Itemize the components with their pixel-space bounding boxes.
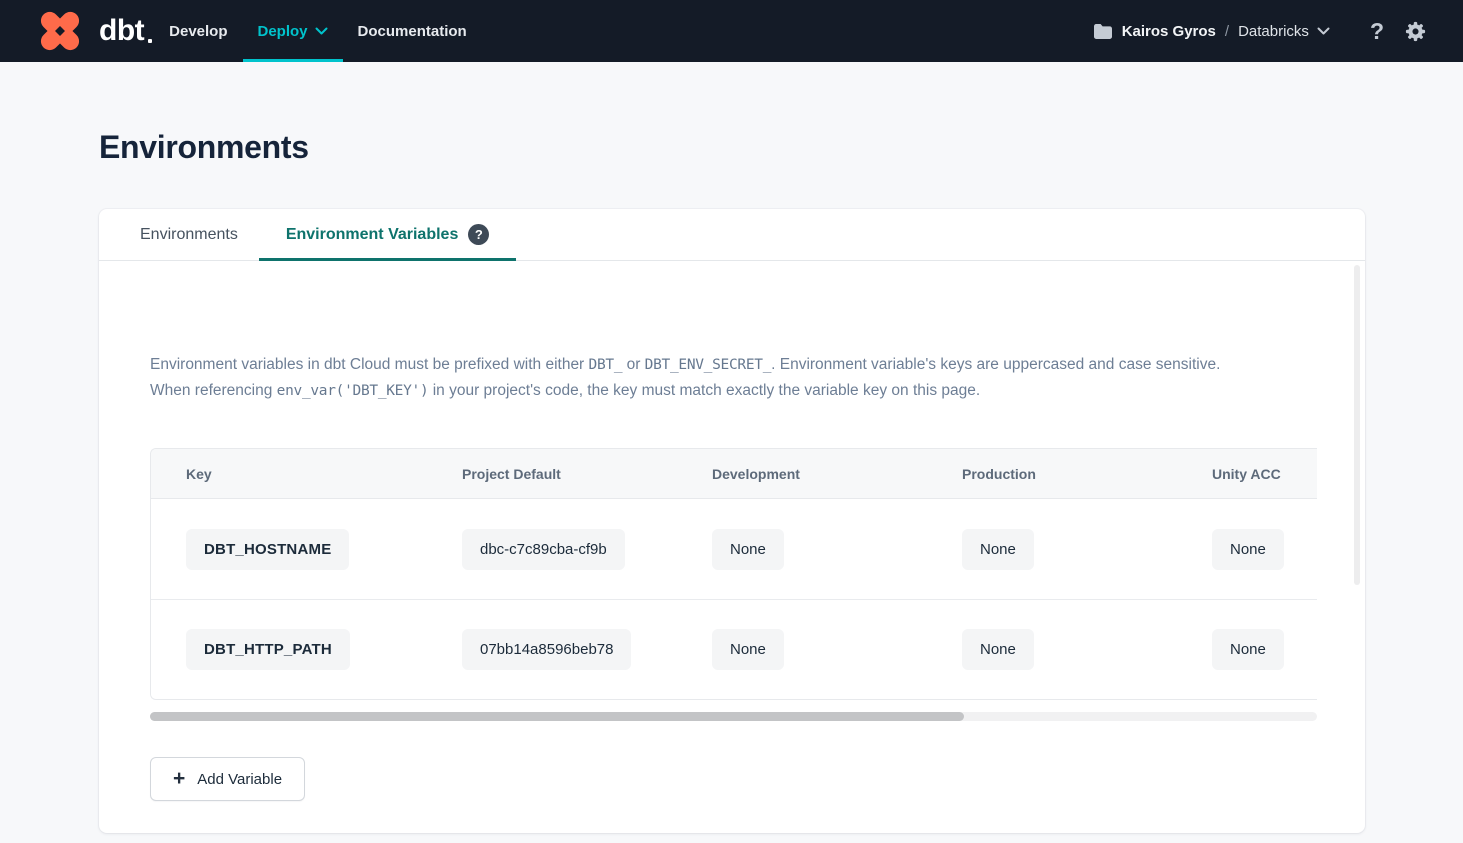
tab-environment-variables[interactable]: Environment Variables ? xyxy=(259,209,517,260)
nav-deploy[interactable]: Deploy xyxy=(243,0,343,62)
table-row: DBT_HOSTNAME dbc-c7c89cba-cf9b None None… xyxy=(151,499,1317,599)
project-name: Kairos Gyros xyxy=(1122,23,1216,40)
help-icon[interactable]: ? xyxy=(1370,20,1384,43)
variable-value-pill[interactable]: None xyxy=(1212,529,1284,570)
horizontal-scrollbar-thumb[interactable] xyxy=(150,712,964,721)
column-header-key: Key xyxy=(151,466,427,482)
primary-nav: Develop Deploy Documentation xyxy=(154,0,482,62)
tab-environments[interactable]: Environments xyxy=(119,209,259,260)
column-header-unity-acc: Unity ACC xyxy=(1177,466,1317,482)
settings-gear-icon[interactable] xyxy=(1404,20,1427,43)
add-variable-button[interactable]: + Add Variable xyxy=(150,757,305,801)
brand-name: dbt xyxy=(99,14,152,48)
table-header-row: Key Project Default Development Producti… xyxy=(151,449,1317,499)
help-circle-icon[interactable]: ? xyxy=(468,224,489,245)
page-content: Environments Environments Environment Va… xyxy=(0,62,1463,833)
column-header-development: Development xyxy=(677,466,927,482)
code-snippet: DBT_ xyxy=(589,357,623,373)
column-header-project-default: Project Default xyxy=(427,466,677,482)
description-text: Environment variables in dbt Cloud must … xyxy=(150,352,1320,404)
code-snippet: env_var('DBT_KEY') xyxy=(277,383,429,399)
variable-value-pill[interactable]: None xyxy=(962,629,1034,670)
variable-value-pill[interactable]: None xyxy=(962,529,1034,570)
folder-icon xyxy=(1093,23,1113,40)
breadcrumb-separator: / xyxy=(1225,23,1229,40)
plus-icon: + xyxy=(173,768,185,789)
variable-value-pill[interactable]: dbc-c7c89cba-cf9b xyxy=(462,529,625,570)
variable-value-pill[interactable]: None xyxy=(712,629,784,670)
variable-key-pill[interactable]: DBT_HTTP_PATH xyxy=(186,629,350,670)
dbt-logo-icon xyxy=(30,9,90,53)
column-header-production: Production xyxy=(927,466,1177,482)
navbar-right: Kairos Gyros / Databricks ? xyxy=(1093,0,1427,62)
tab-bar: Environments Environment Variables ? xyxy=(99,209,1365,261)
chevron-down-icon xyxy=(315,27,328,35)
nav-documentation[interactable]: Documentation xyxy=(343,0,482,62)
environments-card: Environments Environment Variables ? Env… xyxy=(99,209,1365,833)
chevron-down-icon xyxy=(1317,27,1330,35)
variable-value-pill[interactable]: None xyxy=(1212,629,1284,670)
variable-key-pill[interactable]: DBT_HOSTNAME xyxy=(186,529,349,570)
variable-value-pill[interactable]: 07bb14a8596beb78 xyxy=(462,629,631,670)
env-variables-table: Key Project Default Development Producti… xyxy=(150,448,1317,700)
table-row: DBT_HTTP_PATH 07bb14a8596beb78 None None… xyxy=(151,599,1317,699)
vertical-scrollbar-thumb[interactable] xyxy=(1354,265,1360,585)
page-title: Environments xyxy=(99,128,1365,166)
variable-value-pill[interactable]: None xyxy=(712,529,784,570)
dbt-logo[interactable]: dbt xyxy=(30,0,152,62)
horizontal-scrollbar-track[interactable] xyxy=(150,712,1317,721)
environment-name: Databricks xyxy=(1238,23,1309,40)
project-switcher[interactable]: Kairos Gyros / Databricks xyxy=(1093,23,1330,40)
top-navbar: dbt Develop Deploy Documentation Kairos … xyxy=(0,0,1463,62)
nav-develop[interactable]: Develop xyxy=(154,0,242,62)
code-snippet: DBT_ENV_SECRET_ xyxy=(645,357,771,373)
